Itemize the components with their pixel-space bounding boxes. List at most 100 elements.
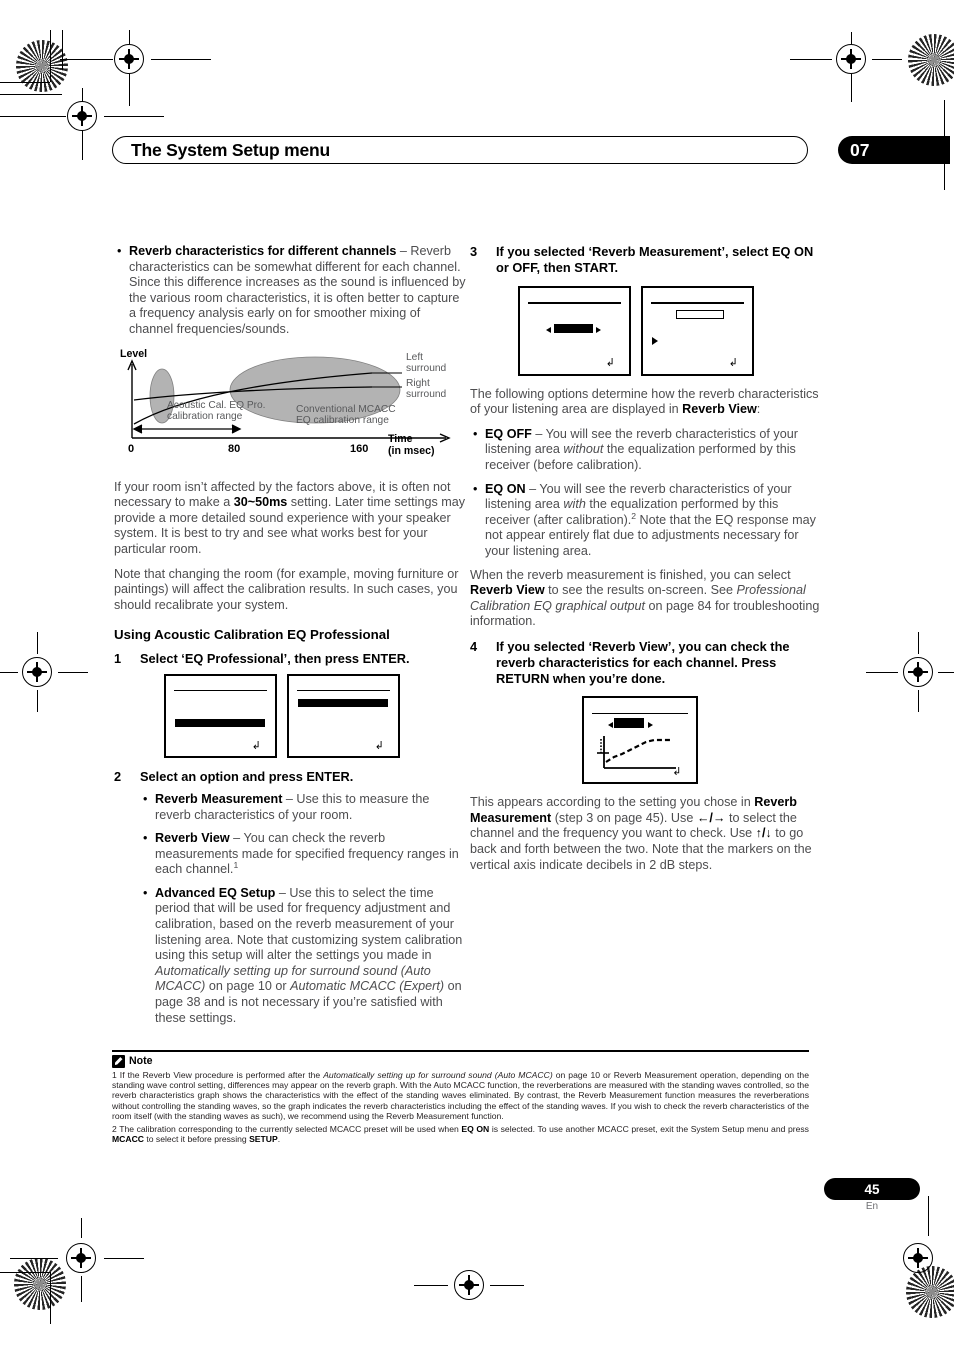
screens-step3: ↲ ↲ [518,285,822,376]
crop-line [414,1285,448,1287]
bullet-dash: – [396,244,411,258]
bullet-italic-1: with [563,497,586,512]
page-title: The System Setup menu [131,139,331,160]
para-text-c: (step 3 on page 45). Use [551,810,697,825]
level-time-diagram: Level Left surround Right surround Acous… [110,346,466,469]
x-tick-0: 0 [128,443,134,455]
bullet-list-reverb-channels: Reverb characteristics for different cha… [114,244,466,338]
crop-line [81,1276,83,1302]
step-1: 1 Select ‘EQ Professional’, then press EN… [114,651,466,667]
bullet-dash: – [531,426,546,441]
label-right-surround-line1: Right [406,378,430,389]
osd-screen-eq-professional-options[interactable]: ↲ [287,674,400,759]
page-language-code: En [865,1201,879,1212]
crop-line [790,59,832,61]
footnote-2-bold-mcacc: MCACC [112,1134,144,1145]
crop-line [10,1258,58,1260]
note-label: Note [129,1055,153,1068]
bullet-reverb-view: Reverb View – You can check the reverb m… [140,831,466,878]
paragraph-room-factors: If your room isn’t affected by the facto… [114,480,466,558]
bullet-term: Advanced EQ Setup [155,885,276,900]
registration-dot [913,1253,923,1263]
bullet-text-2: on page 10 or [205,979,291,994]
bullet-term: Reverb characteristics for different cha… [129,244,397,258]
crop-line [918,632,920,654]
label-left-surround-line1: Left [406,352,423,363]
bullet-term: Reverb View [155,831,230,846]
screen-highlight-bar [553,323,594,334]
registration-dot [913,667,923,677]
crop-line [851,74,853,102]
para-text-a: The following options determine how the … [470,386,819,417]
bullet-italic-1: without [563,442,604,457]
left-right-arrow-icon: ←/→ [696,810,726,825]
halftone-circle-bottom-right [906,1266,954,1318]
registration-dot [76,1253,86,1263]
crop-line [918,690,920,712]
halftone-circle-top-right [908,34,954,86]
bullet-term: EQ ON [485,481,526,496]
pencil-icon [112,1054,125,1068]
bullet-dash: – [525,481,540,496]
step-number: 3 [470,244,478,259]
osd-screen-reverb-view-graph[interactable]: ↲ [582,696,698,785]
crop-line [60,59,113,61]
screen-highlight-bar [297,699,389,707]
return-icon: ↲ [672,766,682,779]
osd-screen-eq-professional-menu[interactable]: ↲ [164,674,277,759]
crop-corner [50,1272,52,1324]
crop-line [58,672,88,674]
osd-screen-start-measurement[interactable]: ↲ [641,285,754,376]
crop-line [104,116,164,118]
reverb-graph-svg [597,736,676,770]
step-text: Select an option and press ENTER. [140,769,354,785]
footnote-ref-1: 1 [233,860,239,871]
crop-line [490,1285,524,1287]
para-bold-ms: 30~50ms [233,495,288,510]
screen-title-rule [296,689,391,692]
crop-corner [0,82,50,84]
registration-dot [77,111,87,121]
step-4: 4 If you selected ‘Reverb View’, you can … [470,639,822,686]
step-number: 2 [114,769,122,785]
registration-dot [846,54,856,64]
crop-line [938,672,954,674]
screens-step4: ↲ [582,696,822,785]
crop-line [82,88,84,102]
crop-line [104,1258,144,1260]
trim-edge-line [944,100,946,190]
crop-line [151,59,211,61]
crop-line [872,59,902,61]
bullet-reverb-measurement: Reverb Measurement – Use this to measure… [140,792,466,823]
crop-line [37,632,39,654]
cursor-arrow-icon [651,336,658,345]
page-number-badge: 45 [824,1178,920,1200]
bullet-term: EQ OFF [485,426,532,441]
bullet-advanced-eq-setup: Advanced EQ Setup – Use this to select t… [140,886,466,1026]
registration-dot [464,1280,474,1290]
left-column: Reverb characteristics for different cha… [114,244,466,1034]
crop-line [129,74,131,106]
crop-line [82,130,84,160]
page-header: The System Setup menu [112,136,808,164]
crop-corner [0,94,62,96]
halftone-circle-top-left [16,40,68,92]
step-2: 2 Select an option and press ENTER. [114,769,466,785]
footnote-1-italic: Automatically setting up for surround so… [323,1069,553,1080]
bullet-eq-off: EQ OFF – You will see the reverb charact… [470,427,822,474]
osd-screen-eq-on-off-select[interactable]: ↲ [518,285,631,376]
footnote-1: 1 If the Reverb View procedure is perfor… [112,1070,809,1122]
right-arrow-icon [596,327,602,334]
x-tick-160: 160 [350,443,368,455]
crop-line [0,672,18,674]
label-acoustic-cal-line1: Acoustic Cal. EQ Pro. [167,400,266,411]
bullet-reverb-characteristics-channels: Reverb characteristics for different cha… [114,244,466,338]
screen-title-rule [173,689,268,692]
crop-corner [50,30,52,82]
footnote-2-bold-eq-on: EQ ON [461,1123,490,1134]
header-pill: The System Setup menu [112,136,808,164]
para-bold-reverb-view: Reverb View [682,402,757,417]
screen-title-rule [527,302,622,304]
step-3: 3 If you selected ‘Reverb Measurement’, s… [470,244,822,276]
crop-line [866,672,898,674]
